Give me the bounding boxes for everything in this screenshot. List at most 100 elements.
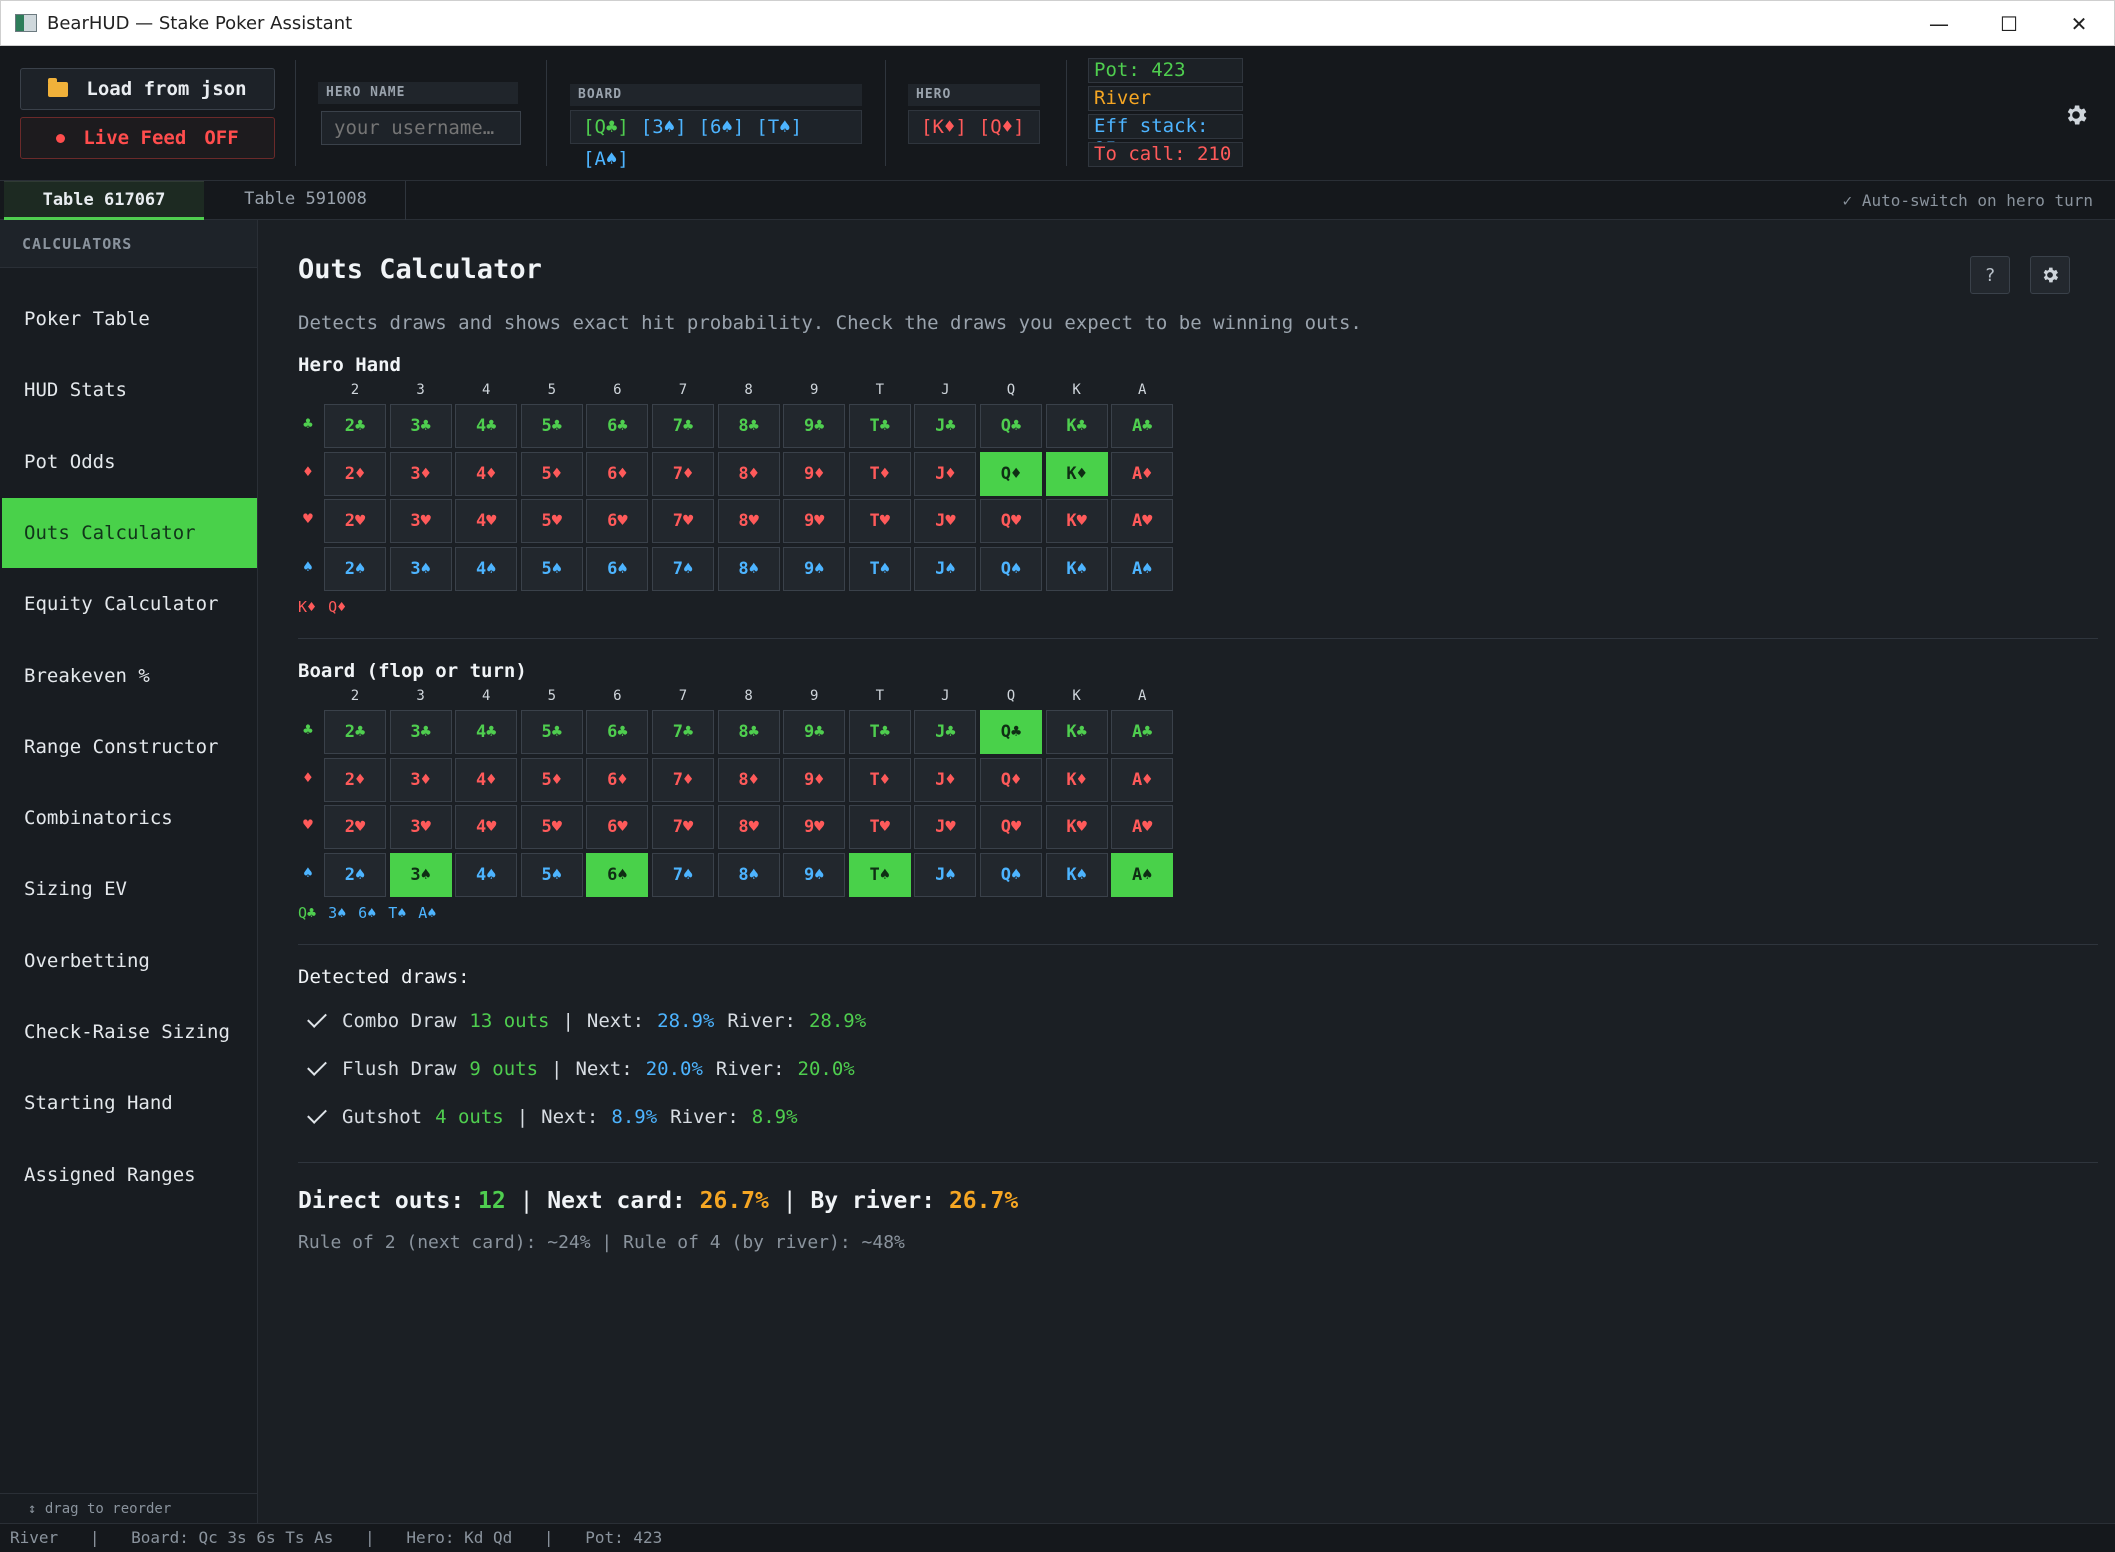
board-card-2-diamond[interactable]: 2♦: [324, 757, 386, 802]
board-card-2-heart[interactable]: 2♥: [324, 805, 386, 849]
hero-card-7-heart[interactable]: 7♥: [652, 499, 714, 543]
hero-card-5-club[interactable]: 5♣: [520, 404, 583, 448]
board-card-J-diamond[interactable]: J♦: [914, 757, 977, 802]
hero-card-Q-heart[interactable]: Q♥: [980, 499, 1042, 543]
check-icon[interactable]: [307, 1008, 327, 1028]
hero-card-T-heart[interactable]: T♥: [848, 499, 911, 543]
hero-card-4-spade[interactable]: 4♠: [455, 546, 518, 591]
hero-card-4-heart[interactable]: 4♥: [455, 499, 518, 543]
hero-card-2-spade[interactable]: 2♠: [324, 546, 386, 591]
sidebar-item-poker-table[interactable]: Poker Table: [2, 284, 257, 354]
hero-card-Q-spade[interactable]: Q♠: [980, 546, 1042, 591]
board-card-Q-club[interactable]: Q♣: [980, 710, 1042, 754]
board-card-Q-spade[interactable]: Q♠: [980, 852, 1042, 897]
maximize-button[interactable]: ☐: [1974, 1, 2044, 47]
auto-switch-toggle[interactable]: ✓ Auto-switch on hero turn: [1843, 181, 2093, 220]
board-card-J-club[interactable]: J♣: [914, 710, 977, 754]
board-card-Q-heart[interactable]: Q♥: [980, 805, 1042, 849]
board-card-6-heart[interactable]: 6♥: [586, 805, 649, 849]
hero-card-A-spade[interactable]: A♠: [1111, 546, 1174, 591]
board-card-K-spade[interactable]: K♠: [1045, 852, 1108, 897]
board-card-9-spade[interactable]: 9♠: [783, 852, 846, 897]
board-card-8-diamond[interactable]: 8♦: [717, 757, 780, 802]
close-button[interactable]: ✕: [2044, 1, 2114, 47]
hero-card-9-heart[interactable]: 9♥: [783, 499, 846, 543]
hero-card-4-diamond[interactable]: 4♦: [455, 451, 518, 496]
hero-card-Q-diamond[interactable]: Q♦: [980, 451, 1042, 496]
hero-card-6-heart[interactable]: 6♥: [586, 499, 649, 543]
board-card-3-club[interactable]: 3♣: [389, 710, 452, 754]
draw-row[interactable]: Combo Draw 13 outs | Next: 28.9% River: 28.9%: [307, 1008, 879, 1032]
board-card-Q-diamond[interactable]: Q♦: [980, 757, 1042, 802]
board-card-T-club[interactable]: T♣: [848, 710, 911, 754]
hero-card-8-spade[interactable]: 8♠: [717, 546, 780, 591]
draw-row[interactable]: Gutshot 4 outs | Next: 8.9% River: 8.9%: [307, 1104, 811, 1128]
hero-card-2-heart[interactable]: 2♥: [324, 499, 386, 543]
board-card-A-diamond[interactable]: A♦: [1111, 757, 1174, 802]
board-card-6-diamond[interactable]: 6♦: [586, 757, 649, 802]
hero-card-6-diamond[interactable]: 6♦: [586, 451, 649, 496]
hero-card-8-club[interactable]: 8♣: [717, 404, 780, 448]
sidebar-item-overbetting[interactable]: Overbetting: [2, 926, 257, 996]
board-card-5-spade[interactable]: 5♠: [520, 852, 583, 897]
hero-card-2-club[interactable]: 2♣: [324, 404, 386, 448]
sidebar-item-equity-calculator[interactable]: Equity Calculator: [2, 569, 257, 639]
hero-card-J-spade[interactable]: J♠: [914, 546, 977, 591]
board-card-4-diamond[interactable]: 4♦: [455, 757, 518, 802]
sidebar-item-starting-hand[interactable]: Starting Hand: [2, 1068, 257, 1138]
sidebar-item-sizing-ev[interactable]: Sizing EV: [2, 854, 257, 924]
board-card-A-spade[interactable]: A♠: [1111, 852, 1174, 897]
settings-gear-icon[interactable]: [2063, 102, 2089, 133]
hero-card-3-heart[interactable]: 3♥: [389, 499, 452, 543]
board-card-3-spade[interactable]: 3♠: [389, 852, 452, 897]
board-card-9-club[interactable]: 9♣: [783, 710, 846, 754]
hero-card-8-heart[interactable]: 8♥: [717, 499, 780, 543]
hero-card-T-spade[interactable]: T♠: [848, 546, 911, 591]
hero-card-3-spade[interactable]: 3♠: [389, 546, 452, 591]
hero-card-7-diamond[interactable]: 7♦: [652, 451, 714, 496]
hero-card-K-heart[interactable]: K♥: [1045, 499, 1108, 543]
help-button[interactable]: ?: [1970, 256, 2010, 294]
sidebar-item-range-constructor[interactable]: Range Constructor: [2, 712, 257, 782]
draw-row[interactable]: Flush Draw 9 outs | Next: 20.0% River: 20.0%: [307, 1056, 868, 1080]
board-card-T-diamond[interactable]: T♦: [848, 757, 911, 802]
board-card-A-heart[interactable]: A♥: [1111, 805, 1174, 849]
hero-card-3-diamond[interactable]: 3♦: [389, 451, 452, 496]
load-json-button[interactable]: Load from json: [20, 68, 275, 110]
hero-card-K-club[interactable]: K♣: [1045, 404, 1108, 448]
hero-card-K-spade[interactable]: K♠: [1045, 546, 1108, 591]
board-card-8-club[interactable]: 8♣: [717, 710, 780, 754]
board-card-7-heart[interactable]: 7♥: [652, 805, 714, 849]
board-card-4-spade[interactable]: 4♠: [455, 852, 518, 897]
board-card-7-spade[interactable]: 7♠: [652, 852, 714, 897]
sidebar-item-check-raise-sizing[interactable]: Check-Raise Sizing: [2, 997, 257, 1067]
hero-card-6-spade[interactable]: 6♠: [586, 546, 649, 591]
sidebar-item-assigned-ranges[interactable]: Assigned Ranges: [2, 1140, 257, 1210]
hero-card-K-diamond[interactable]: K♦: [1045, 451, 1108, 496]
check-icon[interactable]: [307, 1104, 327, 1124]
board-card-2-club[interactable]: 2♣: [324, 710, 386, 754]
board-card-K-heart[interactable]: K♥: [1045, 805, 1108, 849]
hero-card-A-club[interactable]: A♣: [1111, 404, 1174, 448]
hero-card-9-spade[interactable]: 9♠: [783, 546, 846, 591]
hero-card-4-club[interactable]: 4♣: [455, 404, 518, 448]
hero-card-Q-club[interactable]: Q♣: [980, 404, 1042, 448]
check-icon[interactable]: [307, 1056, 327, 1076]
hero-name-input[interactable]: [321, 111, 521, 145]
board-card-K-diamond[interactable]: K♦: [1045, 757, 1108, 802]
hero-card-9-diamond[interactable]: 9♦: [783, 451, 846, 496]
hero-card-J-club[interactable]: J♣: [914, 404, 977, 448]
board-card-7-diamond[interactable]: 7♦: [652, 757, 714, 802]
board-card-K-club[interactable]: K♣: [1045, 710, 1108, 754]
sidebar-item-hud-stats[interactable]: HUD Stats: [2, 355, 257, 425]
board-card-T-heart[interactable]: T♥: [848, 805, 911, 849]
sidebar-item-breakeven[interactable]: Breakeven %: [2, 641, 257, 711]
sidebar-item-combinatorics[interactable]: Combinatorics: [2, 783, 257, 853]
board-card-5-heart[interactable]: 5♥: [520, 805, 583, 849]
board-card-8-heart[interactable]: 8♥: [717, 805, 780, 849]
tab-table-591008[interactable]: Table 591008: [206, 181, 406, 220]
board-card-4-club[interactable]: 4♣: [455, 710, 518, 754]
board-card-J-heart[interactable]: J♥: [914, 805, 977, 849]
hero-card-T-club[interactable]: T♣: [848, 404, 911, 448]
board-card-4-heart[interactable]: 4♥: [455, 805, 518, 849]
